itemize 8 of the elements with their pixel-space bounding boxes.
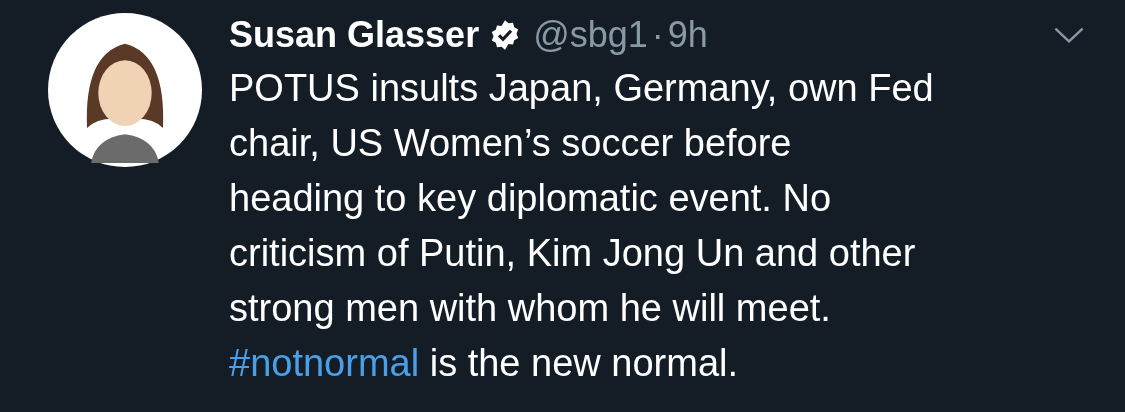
hashtag-link[interactable]: #notnormal — [229, 342, 420, 384]
user-handle[interactable]: @sbg1 — [533, 14, 648, 56]
tweet-text: POTUS insults Japan, Germany, own Fed chair, US Women’s soccer before heading to key diplomatic event. No criticism of Putin, Kim Jong Un and other strong men with whom he will meet. #notnormal is the new normal. — [229, 66, 935, 386]
avatar[interactable] — [48, 13, 202, 167]
timestamp[interactable]: 9h — [667, 14, 708, 56]
author-name[interactable]: Susan Glasser — [229, 14, 480, 56]
separator-dot: · — [651, 14, 664, 56]
chevron-down-icon[interactable] — [1053, 25, 1085, 45]
